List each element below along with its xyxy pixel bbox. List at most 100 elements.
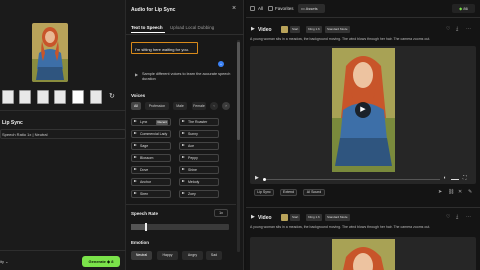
video-player[interactable]: ▶ ▶ ◖ ⛶ [250, 46, 476, 184]
credits-badge[interactable]: ◆ 86 [452, 4, 475, 13]
refresh-icon[interactable]: ↻ [109, 93, 115, 100]
link-icon[interactable]: ⛓ [448, 190, 454, 195]
divider [126, 34, 244, 35]
assets-button[interactable]: ▭ Assets [298, 4, 325, 13]
sample-note: Sample different voices to learn the acc… [142, 72, 231, 81]
voice-option[interactable]: The Roaster [179, 118, 219, 126]
more-icon[interactable]: ⋯ [466, 215, 471, 220]
edit-icon[interactable]: ✎ [468, 190, 472, 195]
extend-button[interactable]: Extend [280, 189, 297, 196]
reference-thumbnail[interactable] [281, 214, 288, 221]
credit-icon: ◆ [107, 259, 111, 264]
results-panel: All Favorites ▭ Assets ◆ 86 ▶ Video Star… [246, 0, 480, 270]
favorite-icon[interactable]: ♡ [446, 27, 450, 32]
reference-thumbnail[interactable] [281, 26, 288, 33]
favorites-checkbox[interactable] [268, 6, 273, 11]
voice-option[interactable]: Shine [179, 166, 219, 174]
voice-option[interactable]: Anchor [131, 178, 171, 186]
lip-sync-button[interactable]: Lip Sync [254, 189, 274, 196]
generate-cost: 8 [111, 259, 114, 264]
speech-rate-thumb[interactable] [144, 223, 147, 231]
voice-option[interactable]: Zoey [179, 190, 219, 198]
delete-icon[interactable]: ✕ [458, 190, 462, 195]
voice-name: Dove [140, 168, 149, 172]
voice-option[interactable]: Ace [179, 142, 219, 150]
emotion-happy[interactable]: Happy [157, 251, 178, 260]
share-icon[interactable]: ➤ [438, 190, 442, 195]
progress-track[interactable] [266, 179, 440, 180]
play-sample-icon[interactable]: ▶ [135, 73, 138, 77]
voice-name: Lynx [140, 120, 148, 124]
divider [0, 110, 126, 111]
card-type-label: Video [258, 27, 272, 33]
emotion-neutral[interactable]: Neutral [131, 251, 152, 260]
divider [246, 207, 480, 208]
frame-thumbnail[interactable] [19, 90, 31, 104]
fullscreen-icon[interactable]: ⛶ [463, 176, 467, 181]
frame-thumbnail[interactable] [2, 90, 14, 104]
more-icon[interactable]: ⋯ [466, 27, 471, 32]
tab-text-to-speech[interactable]: Text to Speech [131, 25, 163, 30]
filter-all-results[interactable]: All [258, 6, 263, 11]
filter-female[interactable]: Female [192, 102, 206, 110]
speech-rate-slider[interactable] [131, 223, 229, 231]
speech-text-input[interactable]: I'm sitting here waiting for you. [131, 42, 198, 54]
frame-thumbnail[interactable] [72, 90, 84, 104]
voice-option[interactable]: Sage [131, 142, 171, 150]
voice-name: Peppy [188, 156, 198, 160]
filter-next-icon[interactable]: › [222, 102, 230, 110]
emotion-sad[interactable]: Sad [206, 251, 222, 260]
chip-model: Kling 1.6 [306, 26, 322, 33]
filter-profession[interactable]: Profession [145, 102, 169, 110]
quality-selector[interactable]: ity ⌄ [0, 259, 8, 264]
play-icon[interactable]: ▶ [255, 176, 259, 181]
voice-option[interactable]: Siren [131, 190, 171, 198]
chip-mode: Standard Mode [325, 214, 350, 221]
voice-option[interactable]: Sunny [179, 130, 219, 138]
select-all-checkbox[interactable] [250, 6, 255, 11]
frame-thumbnail[interactable] [37, 90, 49, 104]
chevron-down-icon: ⌄ [5, 259, 9, 264]
assets-label: Assets [305, 6, 318, 11]
voice-option[interactable]: Dove [131, 166, 171, 174]
favorites-filter[interactable]: Favorites [275, 6, 294, 11]
scrollbar-thumb[interactable] [237, 42, 240, 140]
voice-option[interactable]: Melody [179, 178, 219, 186]
lip-sync-label: Lip Sync [2, 120, 23, 126]
voices-label: Voices [131, 93, 146, 98]
emotion-angry[interactable]: Angry [182, 251, 203, 260]
volume-slider[interactable] [451, 179, 459, 180]
active-tab-indicator [131, 32, 165, 33]
voice-name: Commercial Lady [140, 132, 168, 136]
voice-option[interactable]: Peppy [179, 154, 219, 162]
filter-male[interactable]: Male [173, 102, 187, 110]
filter-prev-icon[interactable]: ‹ [210, 102, 218, 110]
ai-sound-button[interactable]: AI Sound [303, 189, 325, 196]
filter-all[interactable]: All [131, 102, 141, 110]
generate-label: Generate [88, 259, 106, 264]
voice-name: Zoey [188, 192, 196, 196]
reference-image-thumbnail[interactable] [32, 23, 68, 82]
download-icon[interactable]: ⤓ [456, 215, 458, 220]
voice-option[interactable]: Commercial Lady [131, 130, 171, 138]
chip-start: Start [290, 26, 301, 33]
voice-option[interactable]: Blossom [131, 154, 171, 162]
voice-name: Sage [140, 144, 149, 148]
left-panel: ↻ Lip Sync Speech Ratio 1x | Neutral ity… [0, 0, 126, 270]
tab-upload-local-dubbing[interactable]: Upload Local Dubbing [170, 25, 214, 30]
play-overlay-icon[interactable]: ▶ [355, 102, 371, 118]
speech-setting-field[interactable]: Speech Ratio 1x | Neutral [0, 129, 126, 139]
voice-option[interactable]: Lynx Recent [131, 118, 171, 126]
frame-thumbnail[interactable] [90, 90, 102, 104]
download-icon[interactable]: ⤓ [456, 27, 458, 32]
volume-icon[interactable]: ◖ [443, 176, 446, 181]
scrollbar[interactable] [237, 40, 240, 252]
favorite-icon[interactable]: ♡ [446, 215, 450, 220]
speech-text-value: I'm sitting here waiting for you. [135, 46, 189, 52]
frame-thumbnail[interactable] [54, 90, 66, 104]
generate-button[interactable]: Generate ◆ 8 [82, 256, 120, 267]
close-icon[interactable]: × [232, 5, 236, 12]
video-frame [332, 239, 395, 270]
video-player[interactable] [250, 237, 476, 270]
voice-name: The Roaster [188, 120, 208, 124]
